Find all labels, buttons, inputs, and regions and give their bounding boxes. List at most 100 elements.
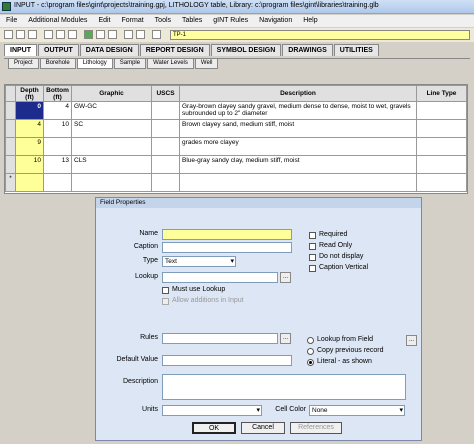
menu-tools[interactable]: Tools: [149, 15, 176, 27]
required-checkbox[interactable]: [309, 232, 316, 239]
cell-line-type[interactable]: [416, 155, 467, 174]
row-selector[interactable]: [5, 119, 16, 138]
tab-data-design[interactable]: DATA DESIGN: [79, 44, 139, 56]
cell-description[interactable]: Gray-brown clayey sandy gravel, medium d…: [179, 101, 417, 120]
literal-radio[interactable]: [307, 359, 314, 366]
subtab-lithology[interactable]: Lithology: [76, 59, 113, 69]
subtab-well[interactable]: Well: [194, 59, 219, 69]
row-selector[interactable]: [5, 101, 16, 120]
menu-tables[interactable]: Tables: [176, 15, 207, 27]
cell-bottom[interactable]: 4: [43, 101, 72, 120]
tab-symbol-design[interactable]: SYMBOL DESIGN: [210, 44, 282, 56]
paste-icon[interactable]: [68, 30, 77, 39]
cell-graphic[interactable]: SC: [71, 119, 152, 138]
menu-help[interactable]: Help: [297, 15, 322, 27]
copy-icon[interactable]: [56, 30, 65, 39]
rules-field[interactable]: [162, 333, 278, 344]
col-bottom-header[interactable]: Bottom (ft): [43, 85, 72, 102]
cell-bottom[interactable]: 10: [43, 119, 72, 138]
caption-field[interactable]: [162, 242, 292, 253]
tab-input[interactable]: INPUT: [4, 44, 37, 56]
cell-line-type[interactable]: [416, 137, 467, 156]
row-selector[interactable]: [5, 137, 16, 156]
rules-browse-button[interactable]: ...: [280, 333, 291, 344]
lookup-browse-button[interactable]: ...: [280, 272, 291, 283]
read-only-checkbox[interactable]: [309, 243, 316, 250]
cancel-button[interactable]: Cancel: [241, 422, 285, 434]
cell-graphic[interactable]: [71, 173, 152, 192]
sort-icon[interactable]: [108, 30, 117, 39]
cell-line-type[interactable]: [416, 173, 467, 192]
copy-previous-radio[interactable]: [307, 348, 314, 355]
cell-description[interactable]: Blue-gray sandy clay, medium stiff, mois…: [179, 155, 417, 174]
col-graphic-header[interactable]: Graphic: [71, 85, 152, 102]
point-id-selector[interactable]: TP-1: [170, 30, 470, 40]
cut-icon[interactable]: [44, 30, 53, 39]
cell-depth[interactable]: [15, 173, 44, 192]
default-value-field[interactable]: [162, 355, 292, 366]
tab-utilities[interactable]: UTILITIES: [333, 44, 379, 56]
do-not-display-checkbox[interactable]: [309, 254, 316, 261]
cell-uscs[interactable]: [151, 101, 180, 120]
cell-color-select[interactable]: None: [309, 405, 405, 416]
menu-file[interactable]: File: [0, 15, 22, 27]
cell-line-type[interactable]: [416, 119, 467, 138]
lookup-field[interactable]: [162, 272, 278, 283]
caption-vertical-checkbox[interactable]: [309, 265, 316, 272]
cell-graphic[interactable]: [71, 137, 152, 156]
menu-navigation[interactable]: Navigation: [253, 15, 297, 27]
corner-cell[interactable]: [5, 85, 16, 102]
lookup-from-field-button[interactable]: ...: [406, 335, 417, 346]
insert-row-icon[interactable]: [124, 30, 133, 39]
tab-output[interactable]: OUTPUT: [38, 44, 79, 56]
tab-drawings[interactable]: DRAWINGS: [282, 44, 333, 56]
cell-description[interactable]: Brown clayey sand, medium stiff, moist: [179, 119, 417, 138]
cell-uscs[interactable]: [151, 119, 180, 138]
cell-description[interactable]: grades more clayey: [179, 137, 417, 156]
units-select[interactable]: [162, 405, 262, 416]
subtab-project[interactable]: Project: [8, 59, 39, 69]
description-field[interactable]: [162, 374, 406, 400]
cell-line-type[interactable]: [416, 101, 467, 120]
menu-format[interactable]: Format: [116, 15, 149, 27]
name-field[interactable]: [162, 229, 292, 240]
check-icon[interactable]: [84, 30, 93, 39]
new-icon[interactable]: [4, 30, 13, 39]
cell-graphic[interactable]: CLS: [71, 155, 152, 174]
col-depth-header[interactable]: Depth (ft): [15, 85, 44, 102]
subtab-sample[interactable]: Sample: [113, 59, 147, 69]
delete-row-icon[interactable]: [136, 30, 145, 39]
save-icon[interactable]: [28, 30, 37, 39]
cell-bottom[interactable]: [43, 137, 72, 156]
col-uscs-header[interactable]: USCS: [151, 85, 180, 102]
lookup-from-field-radio[interactable]: [307, 337, 314, 344]
cell-description[interactable]: [179, 173, 417, 192]
allow-additions-checkbox[interactable]: [162, 298, 169, 305]
col-line-type-header[interactable]: Line Type: [416, 85, 467, 102]
subtab-borehole[interactable]: Borehole: [39, 59, 76, 69]
cell-depth[interactable]: 9: [15, 137, 44, 156]
filter-icon[interactable]: [96, 30, 105, 39]
menu-edit[interactable]: Edit: [92, 15, 115, 27]
references-button[interactable]: References: [290, 422, 342, 434]
menu-gint-rules[interactable]: gINT Rules: [207, 15, 253, 27]
cell-depth[interactable]: 4: [15, 119, 44, 138]
type-select[interactable]: Text: [162, 256, 236, 267]
subtab-water-levels[interactable]: Water Levels: [147, 59, 194, 69]
tab-report-design[interactable]: REPORT DESIGN: [139, 44, 210, 56]
open-icon[interactable]: [16, 30, 25, 39]
cell-bottom[interactable]: [43, 173, 72, 192]
cell-uscs[interactable]: [151, 155, 180, 174]
cell-bottom[interactable]: 13: [43, 155, 72, 174]
cell-depth[interactable]: 10: [15, 155, 44, 174]
cell-graphic[interactable]: GW-GC: [71, 101, 152, 120]
col-description-header[interactable]: Description: [179, 85, 417, 102]
must-use-lookup-checkbox[interactable]: [162, 287, 169, 294]
cell-uscs[interactable]: [151, 173, 180, 192]
cell-uscs[interactable]: [151, 137, 180, 156]
new-row-marker[interactable]: *: [5, 173, 16, 192]
ok-button[interactable]: OK: [192, 422, 236, 434]
cell-depth[interactable]: 0: [15, 101, 44, 120]
zoom-icon[interactable]: [152, 30, 161, 39]
menu-additional-modules[interactable]: Additional Modules: [22, 15, 92, 27]
